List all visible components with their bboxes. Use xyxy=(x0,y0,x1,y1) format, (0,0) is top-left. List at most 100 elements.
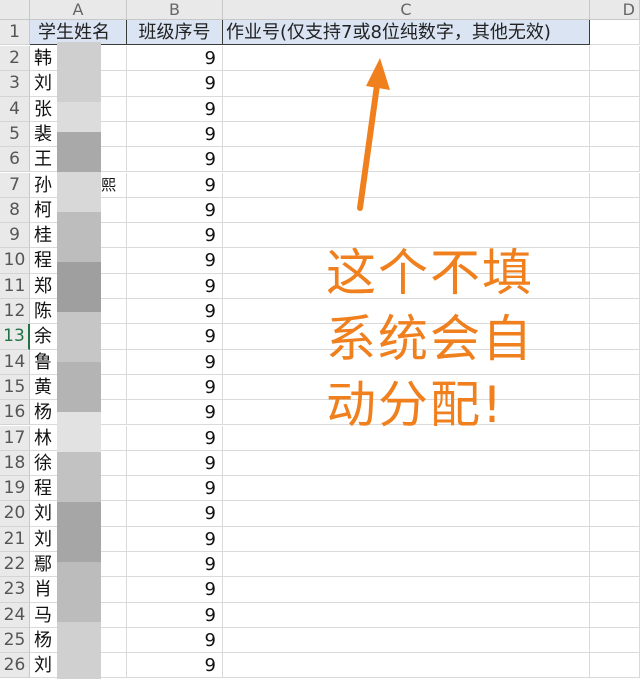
row-number[interactable]: 25 xyxy=(0,627,30,654)
cell-class-seat-no[interactable]: 9 xyxy=(127,96,223,122)
column-header-d[interactable]: D xyxy=(590,0,640,20)
row-number[interactable]: 11 xyxy=(0,273,30,299)
cell-d[interactable] xyxy=(590,526,640,552)
student-name-text: 孙 xyxy=(34,174,52,196)
row-number[interactable]: 13 xyxy=(0,324,30,350)
cell-class-seat-no[interactable]: 9 xyxy=(127,552,223,578)
cell-class-seat-no[interactable]: 9 xyxy=(127,197,223,224)
cell-d[interactable] xyxy=(590,223,640,249)
column-header-c[interactable]: C xyxy=(223,0,590,20)
cell-class-seat-no[interactable]: 9 xyxy=(127,577,223,603)
row-number[interactable]: 14 xyxy=(0,349,30,375)
cell-d[interactable] xyxy=(590,172,640,198)
cell-homework-no[interactable] xyxy=(223,552,590,578)
row-number[interactable]: 1 xyxy=(0,20,30,46)
row-number[interactable]: 9 xyxy=(0,223,30,249)
cell-class-seat-no[interactable]: 9 xyxy=(127,46,223,72)
cell-d[interactable] xyxy=(590,450,640,477)
cell-d[interactable] xyxy=(590,400,640,426)
cell-class-seat-no[interactable]: 9 xyxy=(127,425,223,451)
cell-d[interactable] xyxy=(590,627,640,654)
cell-homework-no[interactable] xyxy=(223,653,590,679)
student-name-text: 王 xyxy=(34,149,52,171)
row-number[interactable]: 4 xyxy=(0,96,30,122)
cell-homework-no[interactable] xyxy=(223,577,590,603)
cell-d[interactable] xyxy=(590,299,640,325)
cell-class-seat-no[interactable]: 9 xyxy=(127,273,223,299)
cell-d[interactable] xyxy=(590,349,640,375)
row-number[interactable]: 17 xyxy=(0,425,30,451)
cell-class-seat-no[interactable]: 9 xyxy=(127,324,223,350)
cell-class-seat-no[interactable]: 9 xyxy=(127,450,223,477)
cell-class-seat-no[interactable]: 9 xyxy=(127,223,223,249)
row-number[interactable]: 3 xyxy=(0,71,30,97)
cell-homework-no[interactable] xyxy=(223,627,590,654)
cell-d[interactable] xyxy=(590,374,640,401)
student-name-text: 韩 xyxy=(34,48,52,69)
row-number[interactable]: 2 xyxy=(0,46,30,72)
row-number[interactable]: 7 xyxy=(0,172,30,198)
cell-d[interactable] xyxy=(590,248,640,274)
column-header-a[interactable]: A xyxy=(30,0,127,20)
cell-d[interactable] xyxy=(590,476,640,502)
cell-d[interactable] xyxy=(590,602,640,628)
cell-d[interactable] xyxy=(590,425,640,451)
cell-d[interactable] xyxy=(590,147,640,173)
cell-d[interactable] xyxy=(590,197,640,224)
row-number[interactable]: 8 xyxy=(0,197,30,224)
row-number[interactable]: 19 xyxy=(0,476,30,502)
cell-d[interactable] xyxy=(590,121,640,148)
cell-d1[interactable] xyxy=(590,20,640,46)
student-name-text: 郑 xyxy=(34,275,52,297)
cell-homework-no[interactable] xyxy=(223,526,590,552)
row-number[interactable]: 10 xyxy=(0,248,30,274)
cell-class-seat-no[interactable]: 9 xyxy=(127,349,223,375)
cell-class-seat-no[interactable]: 9 xyxy=(127,501,223,527)
row-number[interactable]: 15 xyxy=(0,374,30,401)
cell-d[interactable] xyxy=(590,501,640,527)
cell-class-seat-no[interactable]: 9 xyxy=(127,121,223,148)
cell-d[interactable] xyxy=(590,273,640,299)
student-name-text: 鄢 xyxy=(34,554,52,575)
row-number[interactable]: 20 xyxy=(0,501,30,527)
row-number[interactable]: 26 xyxy=(0,653,30,679)
row-number[interactable]: 23 xyxy=(0,577,30,603)
row-number[interactable]: 18 xyxy=(0,450,30,477)
cell-class-seat-no[interactable]: 9 xyxy=(127,172,223,198)
cell-class-seat-no[interactable]: 9 xyxy=(127,248,223,274)
cell-class-seat-no[interactable]: 9 xyxy=(127,602,223,628)
row-number[interactable]: 24 xyxy=(0,602,30,628)
row-number[interactable]: 22 xyxy=(0,552,30,578)
cell-d[interactable] xyxy=(590,552,640,578)
cell-class-seat-no[interactable]: 9 xyxy=(127,627,223,654)
cell-homework-no[interactable] xyxy=(223,602,590,628)
select-all-corner[interactable] xyxy=(0,0,30,20)
cell-d[interactable] xyxy=(590,71,640,97)
row-number[interactable]: 12 xyxy=(0,299,30,325)
cell-class-seat-no[interactable]: 9 xyxy=(127,526,223,552)
cell-homework-no[interactable] xyxy=(223,476,590,502)
cell-class-seat-no[interactable]: 9 xyxy=(127,71,223,97)
cell-class-seat-no[interactable]: 9 xyxy=(127,299,223,325)
cell-class-seat-no[interactable]: 9 xyxy=(127,400,223,426)
cell-d[interactable] xyxy=(590,46,640,72)
row-number[interactable]: 21 xyxy=(0,526,30,552)
cell-d[interactable] xyxy=(590,577,640,603)
cell-homework-no[interactable] xyxy=(223,501,590,527)
header-cell-homework-no[interactable]: 作业号(仅支持7或8位纯数字，其他无效) xyxy=(223,20,590,46)
cell-d[interactable] xyxy=(590,96,640,122)
cell-class-seat-no[interactable]: 9 xyxy=(127,476,223,502)
cell-homework-no[interactable] xyxy=(223,450,590,477)
cell-class-seat-no[interactable]: 9 xyxy=(127,653,223,679)
header-cell-class-seat-no[interactable]: 班级序号 xyxy=(127,20,223,46)
student-name-text: 徐 xyxy=(34,452,52,474)
row-number[interactable]: 16 xyxy=(0,400,30,426)
row-number[interactable]: 5 xyxy=(0,121,30,148)
row-number[interactable]: 6 xyxy=(0,147,30,173)
cell-d[interactable] xyxy=(590,653,640,679)
column-header-b[interactable]: B xyxy=(127,0,223,20)
student-name-suffix: 熙 xyxy=(101,175,117,194)
cell-class-seat-no[interactable]: 9 xyxy=(127,374,223,401)
cell-class-seat-no[interactable]: 9 xyxy=(127,147,223,173)
cell-d[interactable] xyxy=(590,324,640,350)
